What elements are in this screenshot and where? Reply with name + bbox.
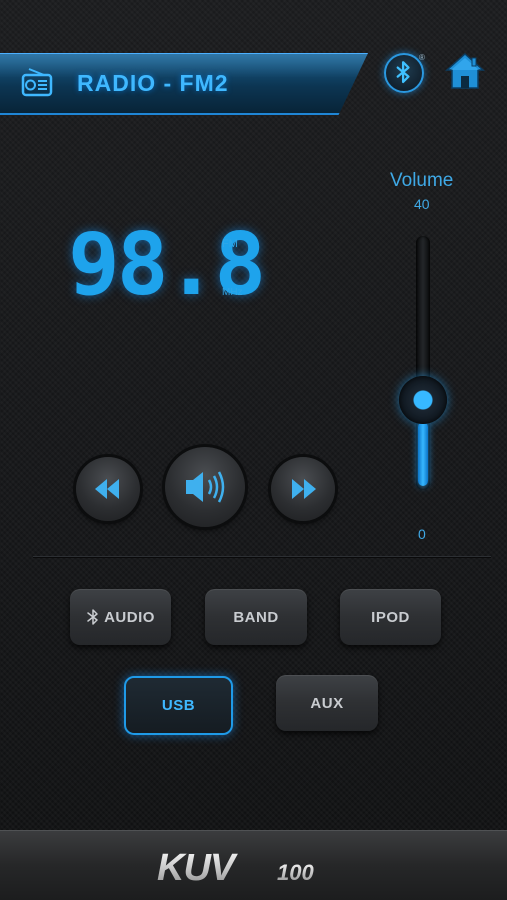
divider — [33, 556, 491, 557]
svg-text:KUV: KUV — [157, 847, 238, 886]
ipod-button[interactable]: IPOD — [340, 589, 441, 645]
home-icon[interactable] — [443, 50, 487, 94]
volume-slider-fill — [418, 421, 428, 486]
radio-icon — [21, 68, 53, 97]
band-label: FM — [222, 238, 238, 250]
speaker-button[interactable] — [165, 447, 245, 527]
frequency-unit: MHz — [222, 287, 243, 298]
page-title: RADIO - FM2 — [77, 70, 229, 96]
volume-label: Volume — [390, 170, 454, 191]
aux-button-label: AUX — [310, 694, 344, 712]
band-button-label: BAND — [233, 608, 279, 626]
volume-slider-knob[interactable] — [399, 375, 447, 424]
aux-button[interactable]: AUX — [276, 675, 378, 731]
bluetooth-icon — [87, 609, 98, 625]
audio-source-label: AUDIO — [104, 608, 155, 626]
fast-forward-button[interactable] — [271, 457, 335, 521]
usb-button[interactable]: USB — [124, 676, 233, 735]
speaker-icon — [186, 471, 225, 503]
volume-min-label: 0 — [418, 526, 426, 542]
usb-button-label: USB — [161, 697, 196, 714]
volume-max-label: 40 — [414, 196, 430, 212]
bluetooth-registered-mark: ® — [419, 53, 425, 62]
fast-forward-icon — [292, 479, 316, 499]
audio-source-button[interactable]: AUDIO — [70, 589, 171, 645]
bluetooth-icon — [396, 61, 410, 84]
svg-text:100: 100 — [277, 860, 314, 885]
bluetooth-button[interactable] — [384, 53, 424, 93]
rewind-button[interactable] — [76, 457, 140, 521]
rewind-icon — [95, 479, 119, 499]
ipod-button-label: IPOD — [371, 608, 410, 626]
kuv100-logo: KUV 100 — [157, 847, 314, 886]
band-button[interactable]: BAND — [205, 589, 307, 645]
